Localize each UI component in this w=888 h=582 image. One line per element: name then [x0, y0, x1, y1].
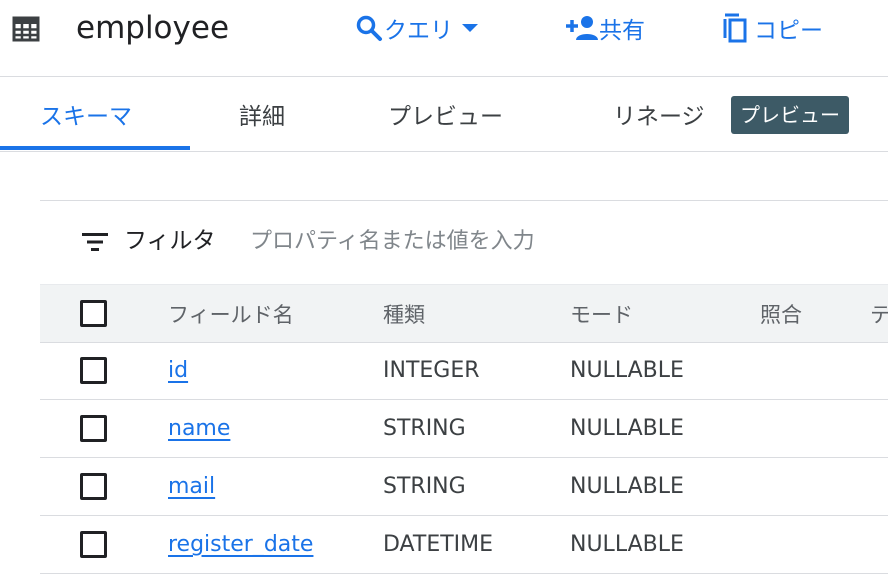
field-name-link[interactable]: id — [168, 358, 188, 383]
column-header-collation[interactable]: 照合 — [760, 285, 802, 342]
share-button-label: 共有 — [599, 18, 645, 44]
column-header-truncated[interactable]: テ — [870, 285, 888, 342]
panel-divider — [40, 200, 888, 201]
active-tab-indicator — [0, 146, 190, 150]
field-type: STRING — [383, 416, 466, 441]
copy-button-label: コピー — [754, 18, 823, 44]
query-button-label: クエリ — [384, 18, 453, 44]
copy-icon — [723, 13, 747, 43]
table-icon — [12, 16, 40, 42]
tab-preview[interactable]: プレビュー — [388, 77, 503, 151]
page-title: employee — [76, 10, 230, 46]
table-row: register_date DATETIME NULLABLE — [40, 516, 888, 574]
filter-input[interactable] — [250, 222, 870, 260]
column-header-type[interactable]: 種類 — [383, 285, 425, 342]
share-button[interactable]: 共有 — [565, 10, 645, 46]
field-name-link[interactable]: register_date — [168, 532, 313, 557]
dropdown-arrow-icon — [462, 24, 478, 32]
field-mode: NULLABLE — [570, 532, 684, 557]
table-row: name STRING NULLABLE — [40, 400, 888, 458]
table-row: id INTEGER NULLABLE — [40, 342, 888, 400]
table-row: mail STRING NULLABLE — [40, 458, 888, 516]
filter-icon — [82, 233, 108, 251]
field-mode: NULLABLE — [570, 474, 684, 499]
filter-label: フィルタ — [124, 228, 216, 254]
row-checkbox[interactable] — [80, 415, 107, 442]
preview-badge: プレビュー — [731, 96, 849, 134]
query-button[interactable]: クエリ — [354, 10, 483, 46]
field-mode: NULLABLE — [570, 358, 684, 383]
person-add-icon — [566, 16, 598, 40]
row-checkbox[interactable] — [80, 473, 107, 500]
search-icon — [356, 15, 382, 41]
resource-header: employee クエリ 共有 コピー — [0, 0, 888, 77]
column-header-field-name[interactable]: フィールド名 — [168, 285, 294, 342]
row-checkbox[interactable] — [80, 357, 107, 384]
copy-button[interactable]: コピー — [722, 10, 823, 46]
field-name-link[interactable]: name — [168, 416, 230, 441]
row-checkbox[interactable] — [80, 531, 107, 558]
field-mode: NULLABLE — [570, 416, 684, 441]
tab-lineage[interactable]: リネージ — [613, 77, 705, 151]
column-header-mode[interactable]: モード — [570, 285, 633, 342]
field-type: DATETIME — [383, 532, 494, 557]
field-type: STRING — [383, 474, 466, 499]
field-name-link[interactable]: mail — [168, 474, 215, 499]
field-type: INTEGER — [383, 358, 480, 383]
schema-table-header: フィールド名 種類 モード 照合 テ — [40, 284, 888, 343]
tab-details[interactable]: 詳細 — [239, 77, 285, 151]
tab-schema[interactable]: スキーマ — [40, 77, 132, 151]
select-all-checkbox[interactable] — [80, 300, 107, 327]
